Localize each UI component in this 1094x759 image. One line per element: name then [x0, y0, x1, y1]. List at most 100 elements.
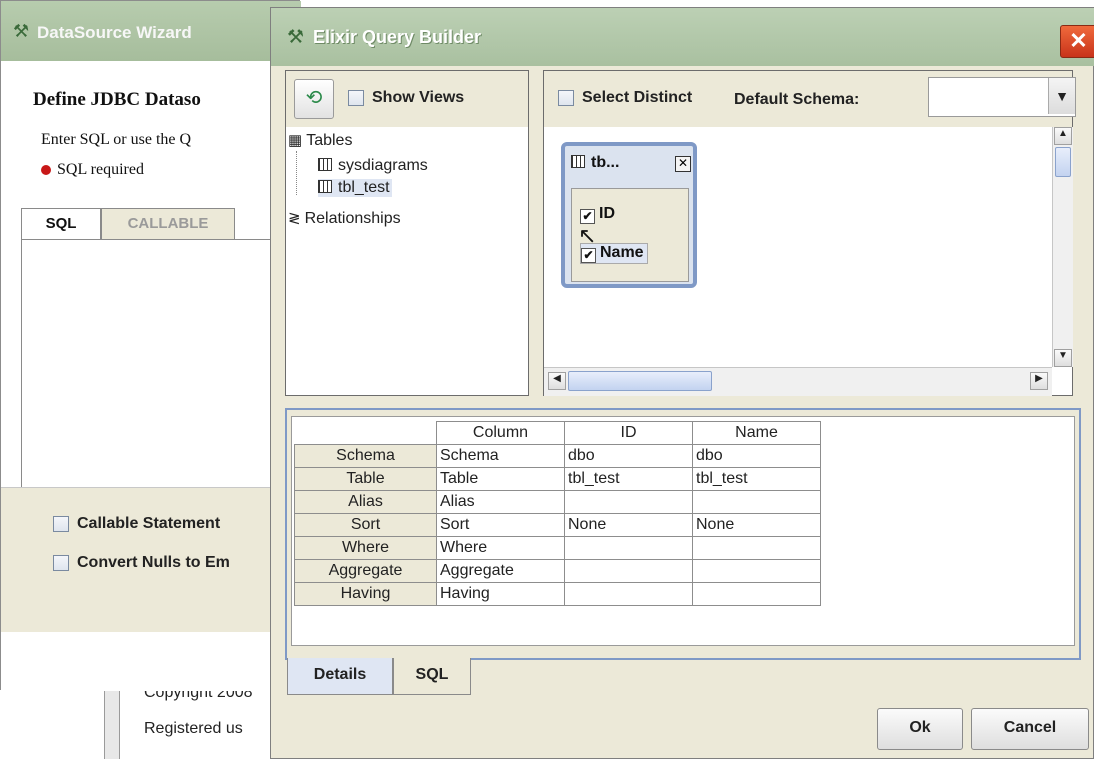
- select-distinct-checkbox[interactable]: Select Distinct: [558, 89, 692, 107]
- grid-row-schema: Schema Schema dbo dbo: [294, 444, 821, 468]
- tables-icon: ▦: [288, 132, 303, 149]
- design-horizontal-scrollbar[interactable]: ◀ ▶: [544, 367, 1052, 396]
- wizard-heading: Define JDBC Dataso: [33, 89, 201, 110]
- show-views-checkbox[interactable]: Show Views: [348, 89, 464, 107]
- grid-cell[interactable]: None: [692, 513, 821, 537]
- grid-cell[interactable]: [564, 536, 693, 560]
- grid-cell[interactable]: [564, 559, 693, 583]
- scroll-left-icon[interactable]: ◀: [548, 372, 566, 390]
- refresh-icon: ⟲: [305, 87, 323, 109]
- tab-callable[interactable]: CALLABLE: [101, 208, 235, 241]
- grid-cell[interactable]: [692, 490, 821, 514]
- registered-text: Registered us: [144, 720, 243, 737]
- grid-cell[interactable]: Schema: [436, 444, 565, 468]
- design-toolbar: Select Distinct Default Schema: ▼: [544, 71, 1076, 127]
- grid-cell[interactable]: [564, 490, 693, 514]
- criteria-grid: Column ID Name Schema Schema dbo dbo Tab…: [294, 421, 821, 606]
- vertical-scroll-thumb[interactable]: [1055, 147, 1071, 177]
- grid-row-having: Having Having: [294, 582, 821, 606]
- row-header: Sort: [294, 513, 437, 537]
- row-header: Having: [294, 582, 437, 606]
- query-builder-window: ⚒ Elixir Query Builder ✕ ⟲ Show Views ▦ T…: [270, 7, 1094, 759]
- row-header: Alias: [294, 490, 437, 514]
- refresh-button[interactable]: ⟲: [294, 79, 334, 119]
- default-schema-select[interactable]: ▼: [928, 77, 1076, 117]
- grid-cell[interactable]: dbo: [692, 444, 821, 468]
- window-title: DataSource Wizard: [37, 23, 192, 42]
- grid-header: ID: [564, 421, 693, 445]
- grid-cell[interactable]: dbo: [564, 444, 693, 468]
- design-vertical-scrollbar[interactable]: ▲ ▼: [1052, 127, 1073, 367]
- table-card[interactable]: tb... ✕ ✔ ID ✔ Name ↖: [561, 142, 697, 288]
- table-icon: [571, 155, 585, 168]
- background-scrollbar: [104, 680, 120, 759]
- grid-cell[interactable]: [564, 582, 693, 606]
- grid-corner-cell: [294, 421, 437, 445]
- tree-item-sysdiagrams[interactable]: sysdiagrams: [318, 157, 428, 175]
- tree-guide-line: [296, 151, 297, 195]
- grid-row-alias: Alias Alias: [294, 490, 821, 514]
- row-header: Table: [294, 467, 437, 491]
- grid-cell[interactable]: None: [564, 513, 693, 537]
- grid-cell[interactable]: Table: [436, 467, 565, 491]
- column-name-checkbox[interactable]: ✔: [581, 248, 596, 263]
- close-button[interactable]: ✕: [1060, 25, 1094, 58]
- grid-row-aggregate: Aggregate Aggregate: [294, 559, 821, 583]
- grid-row-table: Table Table tbl_test tbl_test: [294, 467, 821, 491]
- app-icon: ⚒: [13, 21, 30, 41]
- grid-header: Name: [692, 421, 821, 445]
- criteria-panel: Column ID Name Schema Schema dbo dbo Tab…: [285, 408, 1081, 660]
- table-card-title: tb...: [571, 154, 619, 172]
- grid-header-row: Column ID Name: [294, 421, 821, 445]
- grid-cell[interactable]: [692, 536, 821, 560]
- grid-cell[interactable]: Sort: [436, 513, 565, 537]
- grid-row-sort: Sort Sort None None: [294, 513, 821, 537]
- tab-sql[interactable]: SQL: [21, 208, 101, 241]
- datasource-wizard-titlebar[interactable]: ⚒ DataSource Wizard: [1, 1, 301, 61]
- table-icon: [318, 158, 332, 171]
- grid-cell[interactable]: Aggregate: [436, 559, 565, 583]
- row-header: Schema: [294, 444, 437, 468]
- convert-nulls-checkbox[interactable]: Convert Nulls to Em: [53, 554, 230, 572]
- tables-panel: ⟲ Show Views ▦ Tables sysdiagrams tbl_tes…: [285, 70, 529, 396]
- cancel-button[interactable]: Cancel: [971, 708, 1089, 750]
- grid-cell[interactable]: tbl_test: [692, 467, 821, 491]
- ok-button[interactable]: Ok: [877, 708, 963, 750]
- grid-cell[interactable]: tbl_test: [564, 467, 693, 491]
- sql-editor[interactable]: [21, 239, 303, 489]
- column-id[interactable]: ✔ ID: [580, 205, 615, 224]
- criteria-grid-area: Column ID Name Schema Schema dbo dbo Tab…: [291, 416, 1075, 646]
- tables-toolbar: ⟲ Show Views: [286, 71, 528, 127]
- chevron-down-icon[interactable]: ▼: [1048, 78, 1075, 114]
- table-card-columns: ✔ ID ✔ Name ↖: [571, 188, 689, 282]
- column-id-checkbox[interactable]: ✔: [580, 209, 595, 224]
- row-header: Where: [294, 536, 437, 560]
- horizontal-scroll-thumb[interactable]: [568, 371, 712, 391]
- tab-sql[interactable]: SQL: [393, 658, 471, 695]
- checkbox-box: [558, 89, 574, 106]
- wizard-instruction: Enter SQL or use the Q: [41, 131, 192, 148]
- checkbox-box: [53, 515, 69, 532]
- tree-item-tbl-test[interactable]: tbl_test: [318, 179, 392, 197]
- table-icon: [318, 180, 332, 193]
- grid-cell[interactable]: [692, 582, 821, 606]
- callable-statement-checkbox[interactable]: Callable Statement: [53, 515, 220, 533]
- scroll-down-icon[interactable]: ▼: [1054, 349, 1072, 367]
- scroll-right-icon[interactable]: ▶: [1030, 372, 1048, 390]
- tree-node-tables[interactable]: ▦ Tables: [288, 131, 352, 150]
- grid-header: Column: [436, 421, 565, 445]
- app-icon: ⚒: [287, 27, 305, 48]
- error-dot-icon: [41, 165, 51, 176]
- grid-cell[interactable]: Where: [436, 536, 565, 560]
- grid-cell[interactable]: Alias: [436, 490, 565, 514]
- tree-node-relationships[interactable]: ≷ Relationships: [288, 209, 401, 228]
- close-icon[interactable]: ✕: [675, 156, 691, 172]
- scroll-up-icon[interactable]: ▲: [1054, 127, 1072, 145]
- grid-cell[interactable]: Having: [436, 582, 565, 606]
- grid-cell[interactable]: [692, 559, 821, 583]
- datasource-wizard-window: ⚒ DataSource Wizard Define JDBC Dataso E…: [0, 0, 303, 691]
- required-message: SQL required: [41, 161, 144, 179]
- query-builder-titlebar[interactable]: ⚒ Elixir Query Builder ✕: [271, 8, 1094, 66]
- tab-details[interactable]: Details: [287, 658, 393, 695]
- row-header: Aggregate: [294, 559, 437, 583]
